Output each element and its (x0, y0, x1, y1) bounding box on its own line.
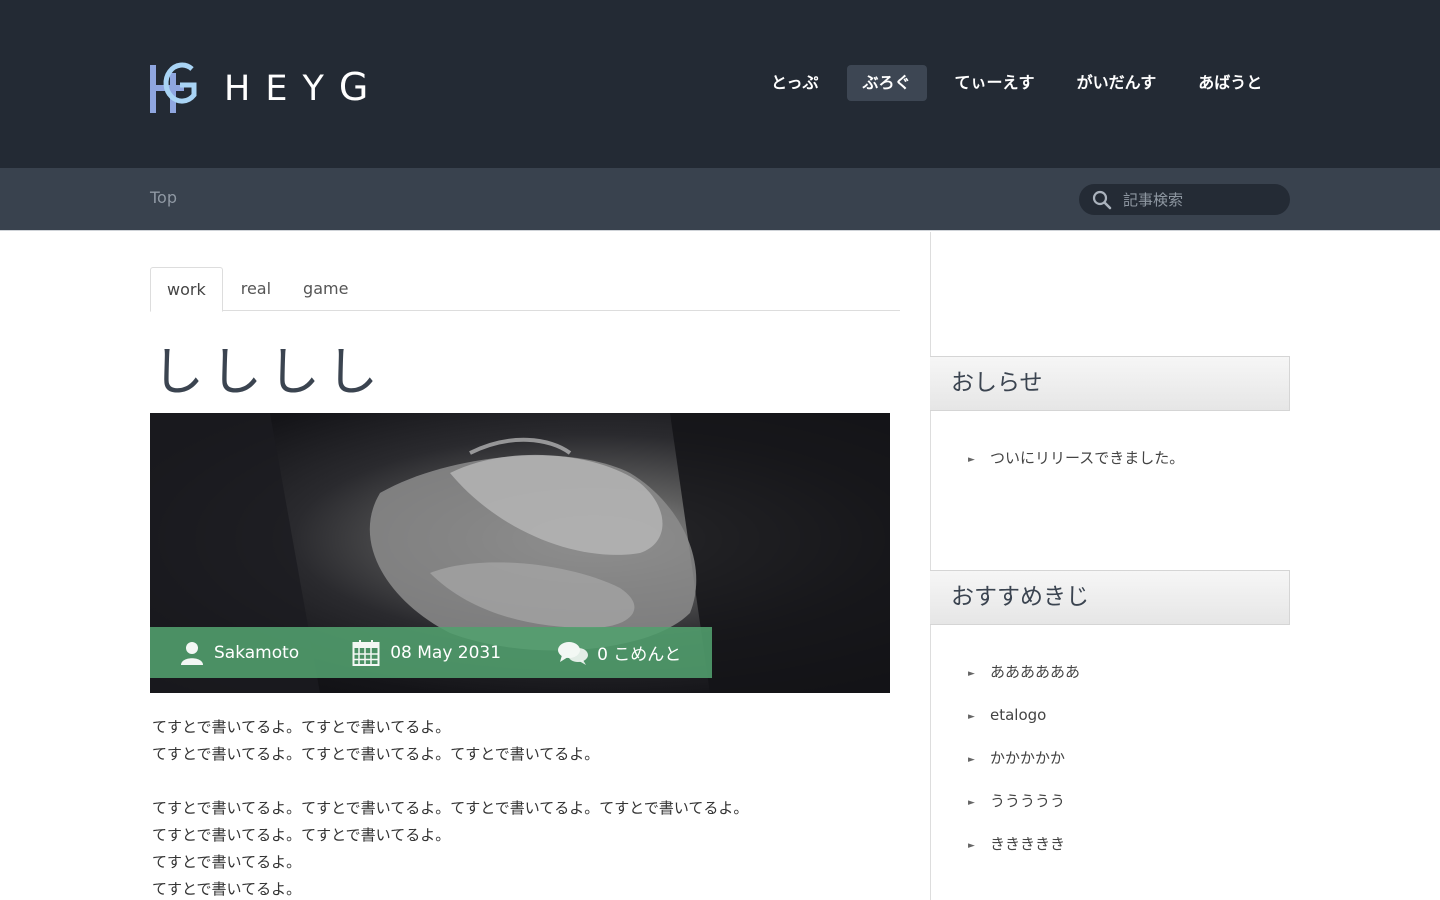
category-tabs: work real game (150, 267, 900, 312)
user-icon (181, 641, 203, 665)
search-box (1079, 184, 1290, 215)
main-nav: とっぷ ぶろぐ てぃーえす がいだんす あばうと (757, 65, 1290, 101)
tab-work[interactable]: work (150, 267, 223, 312)
post-comments[interactable]: 0 こめんと (557, 640, 681, 666)
post-text-line: てすとで書いてるよ。てすとで書いてるよ。てすとで書いてるよ。 (152, 745, 600, 763)
bullet-arrow-icon: ► (968, 712, 975, 722)
post-meta-bar: Sakamoto 08 May 2031 0 こめんと (150, 627, 712, 678)
search-input[interactable] (1123, 184, 1283, 215)
news-list: ► ついにリリースできました。 (968, 443, 1184, 486)
recommended-widget-title: おすすめきじ (930, 570, 1290, 625)
comments-icon (558, 641, 589, 665)
sidebar-divider (930, 232, 931, 900)
post-author[interactable]: Sakamoto (179, 640, 299, 666)
nav-item-ts[interactable]: てぃーえす (941, 65, 1049, 101)
post-author-name: Sakamoto (214, 642, 300, 663)
post-text-line: てすとで書いてるよ。 (152, 880, 302, 898)
post-paragraph: てすとで書いてるよ。てすとで書いてるよ。 てすとで書いてるよ。てすとで書いてるよ… (152, 714, 892, 768)
nav-item-top[interactable]: とっぷ (757, 65, 833, 101)
bullet-arrow-icon: ► (968, 841, 975, 851)
post-text-line: てすとで書いてるよ。てすとで書いてるよ。てすとで書いてるよ。てすとで書いてるよ。 (152, 799, 749, 817)
post-text-line: てすとで書いてるよ。てすとで書いてるよ。 (152, 826, 451, 844)
site-header: HEYG とっぷ ぶろぐ てぃーえす がいだんす あばうと (0, 0, 1440, 168)
post-comments-count: 0 こめんと (597, 645, 682, 665)
post-text-line: てすとで書いてるよ。 (152, 853, 302, 871)
bullet-arrow-icon: ► (968, 669, 975, 679)
recommended-item[interactable]: ► ああああああ (968, 657, 1080, 700)
post-date: 08 May 2031 (352, 639, 501, 667)
logo-wordmark: HEYG (224, 64, 384, 109)
calendar-icon (352, 639, 380, 666)
nav-item-guidance[interactable]: がいだんす (1063, 65, 1171, 101)
post-title: しししし (152, 343, 385, 403)
logo-mark-icon (150, 55, 202, 115)
recommended-item[interactable]: ► ききききき (968, 829, 1080, 872)
breadcrumb-top[interactable]: Top (150, 188, 177, 207)
recommended-list: ► ああああああ ► etalogo ► かかかかか ► ううううう ► ききききき (968, 657, 1080, 872)
breadcrumb-bar: Top (0, 168, 1440, 231)
news-item[interactable]: ► ついにリリースできました。 (968, 443, 1184, 486)
bullet-arrow-icon: ► (968, 755, 975, 765)
post-text-line: てすとで書いてるよ。てすとで書いてるよ。 (152, 718, 451, 736)
recommended-item[interactable]: ► etalogo (968, 700, 1080, 743)
post-date-text: 08 May 2031 (390, 642, 502, 663)
recommended-item[interactable]: ► かかかかか (968, 743, 1080, 786)
bullet-arrow-icon: ► (968, 798, 975, 808)
bullet-arrow-icon: ► (968, 455, 975, 465)
nav-item-about[interactable]: あばうと (1184, 65, 1276, 101)
site-logo[interactable]: HEYG (150, 55, 383, 115)
nav-item-blog[interactable]: ぶろぐ (846, 65, 927, 101)
news-widget-title: おしらせ (930, 356, 1290, 411)
tab-game[interactable]: game (287, 267, 364, 311)
post-paragraph: てすとで書いてるよ。てすとで書いてるよ。てすとで書いてるよ。てすとで書いてるよ。… (152, 795, 892, 900)
search-icon[interactable] (1092, 190, 1112, 210)
recommended-item[interactable]: ► ううううう (968, 786, 1080, 829)
post-body: てすとで書いてるよ。てすとで書いてるよ。 てすとで書いてるよ。てすとで書いてるよ… (152, 714, 892, 900)
tab-real[interactable]: real (223, 267, 287, 311)
